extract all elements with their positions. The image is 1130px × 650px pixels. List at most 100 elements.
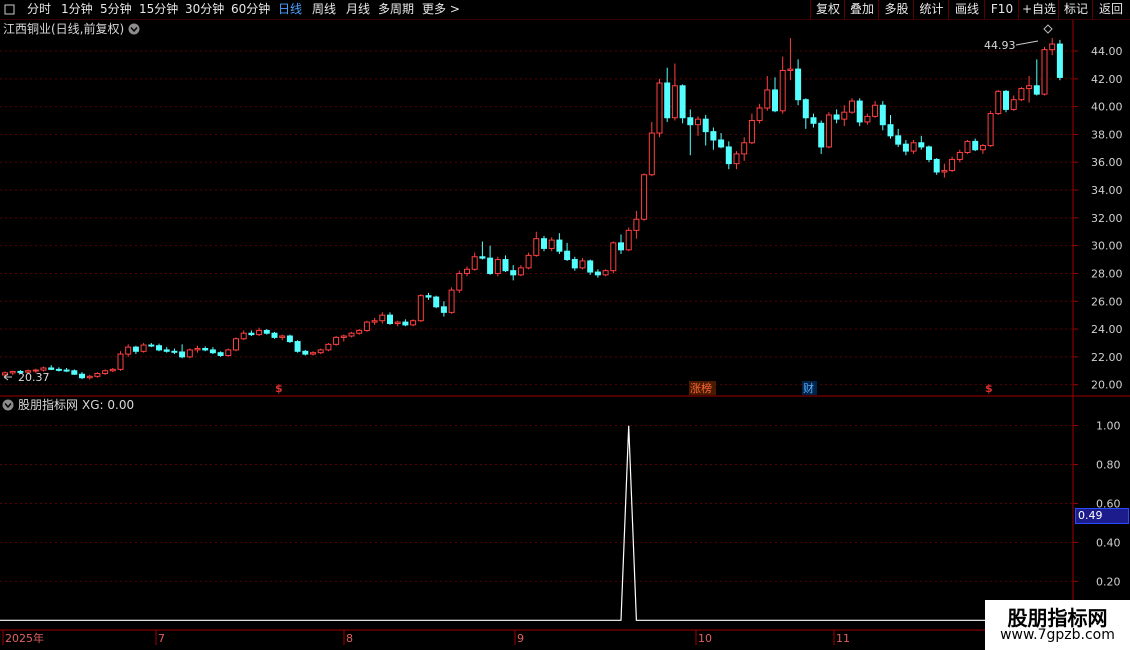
candle — [410, 319, 417, 327]
candle-body — [818, 122, 825, 148]
candle — [541, 235, 547, 252]
candle — [333, 336, 340, 346]
candle-body — [55, 368, 62, 371]
candle-body — [387, 314, 393, 324]
candle — [179, 344, 186, 359]
candle — [887, 114, 894, 139]
candle — [772, 77, 778, 113]
candle — [648, 121, 655, 177]
candle-body — [926, 146, 932, 160]
candle-body — [94, 373, 101, 377]
candle-body — [594, 271, 601, 276]
candle — [587, 259, 594, 275]
candle-body — [179, 351, 186, 358]
price-tick-label: 28.00 — [1091, 267, 1123, 280]
candle — [510, 265, 517, 281]
candle-body — [117, 353, 124, 370]
price-y-axis: 20.00 22.00 24.00 26.00 28.00 30.00 32.00 34.00… — [1073, 45, 1123, 392]
candle-body — [79, 373, 85, 379]
price-tick-label: 36.00 — [1091, 156, 1123, 169]
candle — [956, 149, 963, 163]
indicator-dropdown-icon[interactable] — [2, 399, 14, 411]
candle — [156, 343, 162, 352]
diamond-icon[interactable] — [1043, 24, 1053, 34]
candle-body — [979, 145, 986, 151]
candle — [379, 312, 386, 324]
candle-body — [864, 115, 871, 123]
indicator-tick-label: 0.40 — [1096, 536, 1121, 549]
candle — [163, 347, 170, 353]
candle — [833, 109, 840, 124]
candle — [456, 270, 463, 293]
candle-body — [849, 100, 855, 113]
candlestick-series — [2, 38, 1063, 380]
price-tick-label: 44.00 — [1091, 45, 1123, 58]
candle-body — [240, 332, 247, 340]
candle-body — [618, 242, 624, 251]
candle-body — [156, 345, 162, 351]
candle-body — [587, 260, 594, 273]
candle — [233, 337, 239, 352]
candle-body — [533, 238, 540, 256]
candle — [610, 241, 617, 274]
candle-body — [1026, 85, 1033, 90]
candle — [86, 374, 93, 380]
candle — [1033, 59, 1040, 96]
candle-body — [687, 117, 694, 126]
candle — [725, 141, 732, 170]
candle — [718, 133, 725, 149]
dividend-marker[interactable]: $ — [275, 382, 283, 395]
candle — [194, 345, 201, 353]
candle-body — [40, 367, 47, 371]
watermark-url: www.7gpzb.com — [1000, 627, 1115, 643]
candle — [325, 342, 332, 352]
candle — [394, 320, 401, 327]
candle-body — [710, 131, 717, 141]
candle-body — [556, 239, 563, 252]
candle-body — [772, 89, 778, 112]
candle-body — [71, 370, 78, 375]
candle-body — [987, 113, 994, 147]
candle-body — [725, 146, 732, 165]
candle-body — [9, 370, 16, 374]
candle-body — [1049, 43, 1056, 51]
candle — [702, 114, 709, 146]
candle-body — [317, 349, 324, 354]
candle — [525, 252, 532, 270]
candle — [217, 351, 224, 357]
time-axis-label: 9 — [517, 632, 524, 645]
candle-body — [479, 256, 486, 259]
limit-up-marker[interactable]: 涨榜 — [690, 381, 712, 395]
indicator-formula-value: XG: 0.00 — [82, 398, 134, 412]
candle-body — [263, 329, 270, 334]
candle — [356, 329, 363, 335]
candle-body — [949, 158, 956, 172]
time-axis-label: 8 — [346, 632, 353, 645]
price-tick-label: 20.00 — [1091, 379, 1123, 392]
candle-body — [879, 104, 886, 126]
dividend-marker-2[interactable]: $ — [985, 382, 993, 395]
candle-body — [209, 349, 216, 354]
chevron-down-icon[interactable] — [128, 23, 140, 35]
candle — [140, 342, 147, 353]
candle — [310, 351, 316, 356]
candle-body — [340, 335, 347, 338]
candle — [671, 63, 678, 121]
candle — [479, 241, 486, 260]
candle-body — [564, 250, 571, 261]
candle — [987, 110, 994, 147]
candle — [125, 344, 132, 357]
candle — [733, 151, 740, 170]
candle — [879, 101, 886, 131]
candle — [710, 127, 717, 150]
candle — [679, 84, 686, 124]
candle-body — [410, 320, 417, 326]
candle-body — [795, 68, 802, 101]
candle-body — [310, 352, 316, 355]
candle-body — [202, 348, 209, 351]
candle-body — [756, 107, 763, 122]
finance-marker[interactable]: 财 — [803, 381, 814, 395]
candle — [633, 210, 640, 239]
candle — [856, 98, 863, 127]
candle-body — [132, 346, 139, 352]
